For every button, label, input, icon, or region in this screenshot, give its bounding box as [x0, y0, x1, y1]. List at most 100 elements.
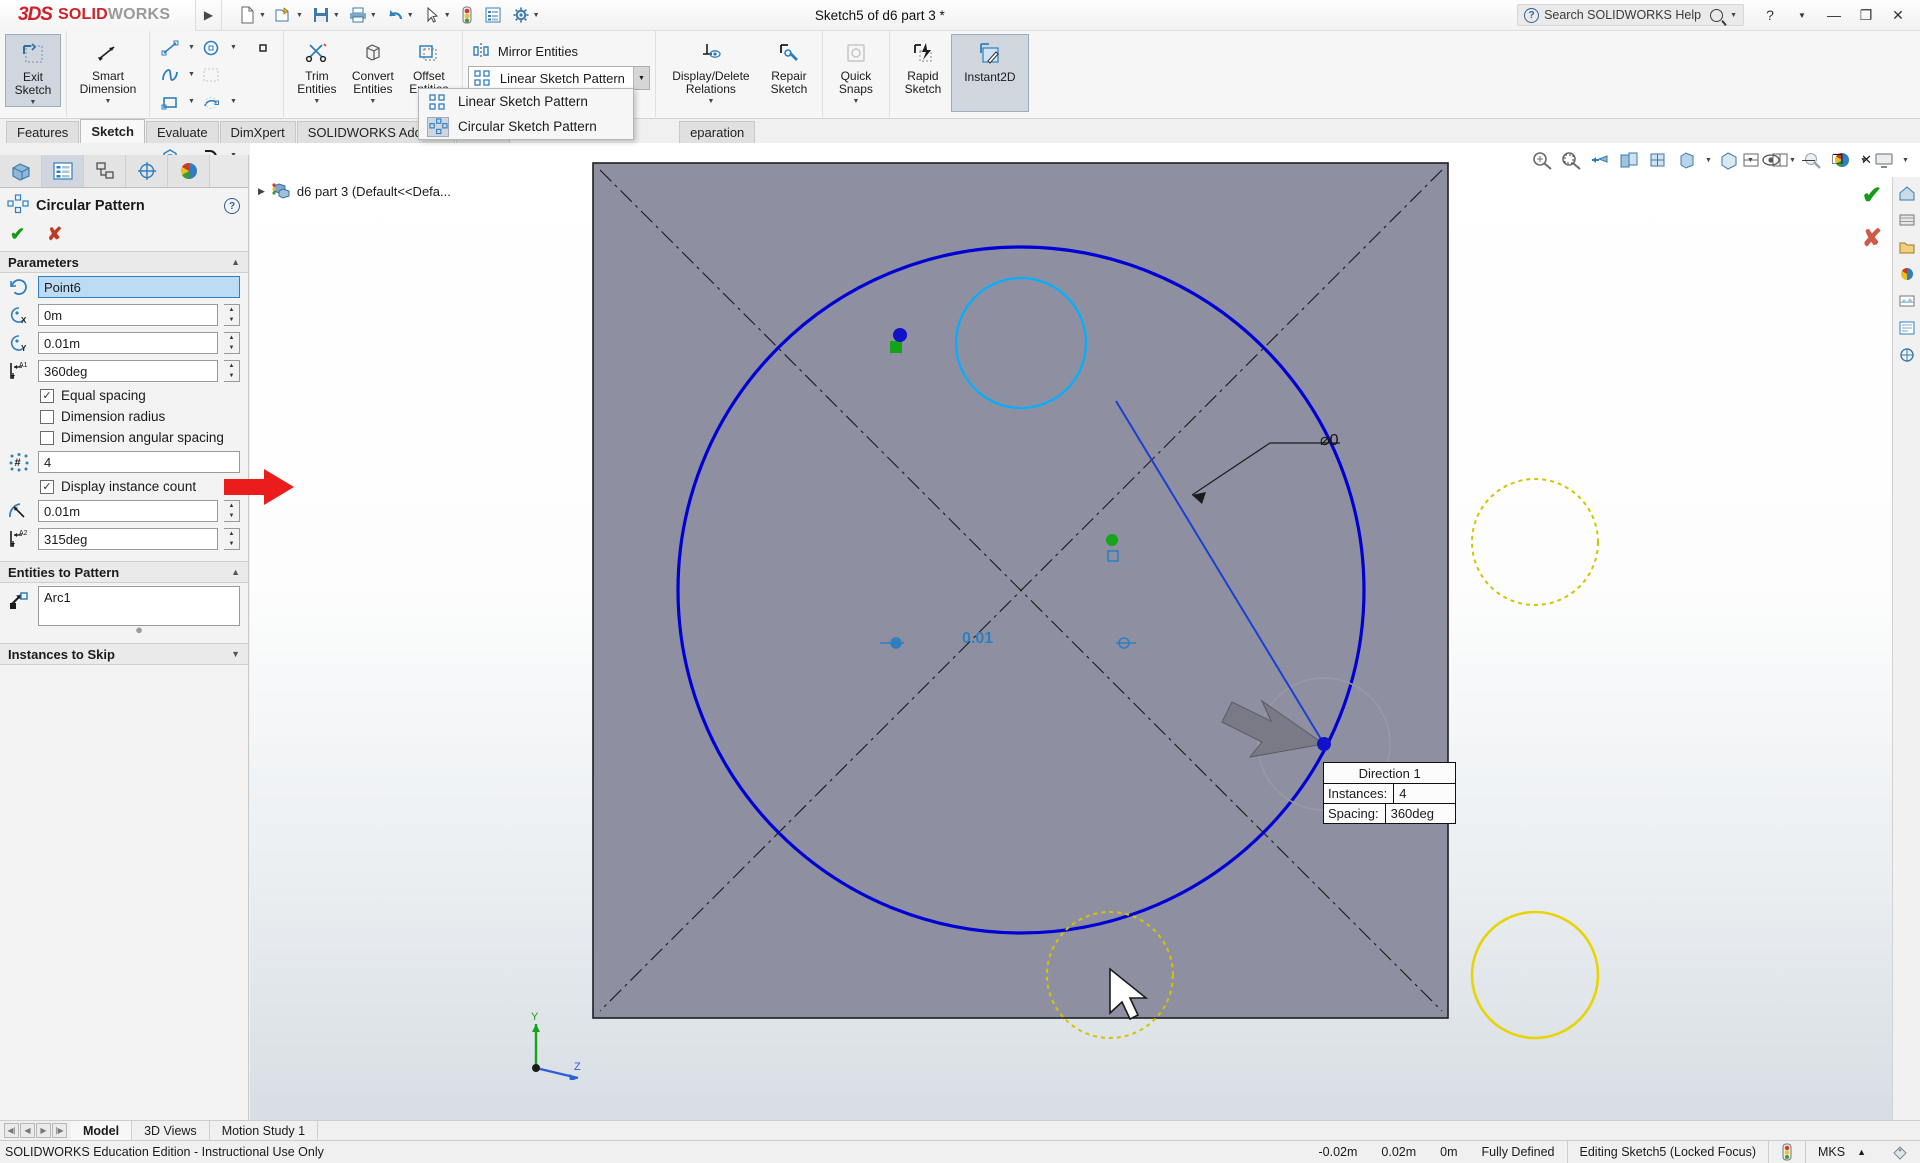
help-search-box[interactable]: ? Search SOLIDWORKS Help ▼ [1517, 4, 1744, 26]
radius-dimension-label[interactable]: 0.01 [962, 630, 993, 648]
instant2d-button[interactable]: Instant2D [950, 34, 1029, 112]
save-document-button[interactable]: ▼ [308, 2, 343, 28]
settings-gear-button[interactable]: ▼ [508, 2, 543, 28]
accept-button[interactable]: ✔ [10, 224, 25, 245]
chevron-down-icon[interactable]: ▼ [313, 98, 320, 105]
units-caret-icon[interactable]: ▲ [1857, 1141, 1880, 1163]
search-icon[interactable] [1710, 8, 1724, 22]
last-tab-button[interactable]: |▶ [52, 1123, 67, 1138]
sketch-picture-button[interactable] [197, 61, 226, 88]
chevron-down-icon[interactable]: ▼ [296, 12, 303, 19]
restore-button[interactable]: ❐ [1850, 1, 1882, 29]
circle-tool-button[interactable] [197, 34, 226, 61]
first-tab-button[interactable]: ◀| [4, 1123, 19, 1138]
center-point-field[interactable]: Point6 [38, 276, 240, 298]
bottom-tab-3d-views[interactable]: 3D Views [132, 1120, 210, 1141]
select-tool-button[interactable]: ▼ [419, 2, 454, 28]
arc-dropdown[interactable]: ▼ [226, 88, 239, 115]
linear-sketch-pattern-split-button[interactable]: Linear Sketch Pattern ▼ [467, 66, 650, 90]
instance-count-field[interactable]: 4 [38, 451, 240, 473]
quick-snaps-button[interactable]: Quick Snaps ▼ [828, 34, 884, 105]
chevron-down-icon[interactable]: ▼ [188, 71, 195, 78]
display-instance-count-checkbox[interactable]: ✓ [40, 479, 54, 494]
menu-item-circular-sketch-pattern[interactable]: Circular Sketch Pattern [419, 114, 633, 139]
spline-dropdown[interactable]: ▼ [184, 61, 197, 88]
feature-manager-tree-tab[interactable] [0, 155, 42, 187]
line-dropdown[interactable]: ▼ [184, 34, 197, 61]
entities-to-pattern-field[interactable]: Arc1 [38, 586, 240, 626]
property-manager-tab[interactable] [42, 155, 84, 187]
exit-sketch-button[interactable]: Exit Sketch ▼ [5, 34, 61, 107]
chevron-down-icon[interactable]: ▼ [370, 12, 377, 19]
chevron-down-icon[interactable]: ▼ [369, 98, 376, 105]
section-header-instances-to-skip[interactable]: Instances to Skip ▼ [0, 643, 248, 665]
menu-item-linear-sketch-pattern[interactable]: Linear Sketch Pattern [419, 89, 633, 114]
chevron-up-icon[interactable]: ▲ [231, 257, 240, 267]
rebuild-button[interactable] [456, 2, 478, 28]
tag-icon[interactable] [1880, 1141, 1920, 1163]
radius-field[interactable]: 0.01m [38, 500, 218, 522]
chevron-down-icon[interactable]: ▼ [707, 98, 714, 105]
minimize-button[interactable]: — [1818, 1, 1850, 29]
options-list-button[interactable] [480, 2, 506, 28]
convert-entities-button[interactable]: Convert Entities ▼ [345, 34, 401, 105]
configuration-manager-tab[interactable] [84, 155, 126, 187]
chevron-down-icon[interactable]: ▼ [259, 12, 266, 19]
dimension-angular-spacing-checkbox[interactable] [40, 430, 54, 445]
circle-dropdown[interactable]: ▼ [226, 34, 239, 61]
undo-button[interactable]: ▼ [382, 2, 417, 28]
center-x-stepper[interactable]: ▲ ▼ [224, 304, 240, 326]
cancel-button[interactable]: ✘ [47, 224, 62, 245]
help-menu-button[interactable]: ? [1754, 1, 1786, 29]
chevron-down-icon[interactable]: ▼ [230, 98, 237, 105]
bottom-tab-model[interactable]: Model [71, 1120, 133, 1141]
print-document-button[interactable]: ▼ [345, 2, 380, 28]
help-circle-icon[interactable]: ? [224, 198, 240, 214]
rapid-sketch-button[interactable]: Rapid Sketch [895, 34, 951, 96]
arc-tool-button[interactable] [197, 88, 226, 115]
equal-spacing-checkbox[interactable]: ✓ [40, 388, 54, 403]
chevron-down-icon[interactable]: ▼ [188, 98, 195, 105]
line-tool-button[interactable] [155, 34, 184, 61]
chevron-down-icon[interactable]: ▼ [407, 12, 414, 19]
chevron-down-icon[interactable]: ▼ [1730, 12, 1737, 19]
center-y-field[interactable]: 0.01m [38, 332, 218, 354]
dimxpert-manager-tab[interactable] [126, 155, 168, 187]
next-tab-button[interactable]: ▶ [36, 1123, 51, 1138]
equal-spacing-row[interactable]: ✓ Equal spacing [0, 385, 248, 406]
resize-grip[interactable]: ● [38, 623, 240, 636]
total-angle-field[interactable]: 360deg [38, 360, 218, 382]
display-delete-relations-button[interactable]: Display/Delete Relations ▼ [661, 34, 761, 105]
dimension-radius-checkbox[interactable] [40, 409, 54, 424]
tab-evaluate[interactable]: Evaluate [145, 121, 219, 143]
prev-tab-button[interactable]: ◀ [20, 1123, 35, 1138]
arc-angle-stepper[interactable]: ▲ ▼ [224, 528, 240, 550]
tab-features[interactable]: Features [6, 121, 80, 143]
callout-spacing-value[interactable]: 360deg [1384, 804, 1447, 823]
dimension-radius-row[interactable]: Dimension radius [0, 406, 248, 427]
spline-tool-button[interactable] [155, 61, 184, 88]
rebuild-status-icon[interactable] [1767, 1140, 1805, 1163]
center-x-field[interactable]: 0m [38, 304, 218, 326]
center-y-stepper[interactable]: ▲ ▼ [224, 332, 240, 354]
direction-1-callout[interactable]: Direction 1 Instances: 4 Spacing: 360deg [1323, 762, 1457, 824]
tab-dimxpert[interactable]: DimXpert [219, 121, 296, 143]
trim-entities-button[interactable]: Trim Entities ▼ [289, 34, 345, 105]
bottom-tab-motion-study[interactable]: Motion Study 1 [210, 1120, 319, 1141]
chevron-down-icon[interactable]: ▼ [231, 649, 240, 659]
chevron-up-icon[interactable]: ▲ [231, 567, 240, 577]
chevron-down-icon[interactable]: ▼ [444, 12, 451, 19]
close-button[interactable]: ✕ [1882, 1, 1914, 29]
tab-sketch[interactable]: Sketch [80, 119, 145, 143]
chevron-down-icon[interactable]: ▼ [30, 99, 37, 106]
arc-angle-field[interactable]: 315deg [38, 528, 218, 550]
rectangle-tool-button[interactable] [155, 88, 184, 115]
point-tool-button[interactable] [249, 34, 278, 61]
status-units[interactable]: MKS [1804, 1140, 1857, 1163]
mirror-entities-button[interactable]: Mirror Entities [468, 39, 650, 63]
dimension-angular-spacing-row[interactable]: Dimension angular spacing [0, 427, 248, 448]
chevron-down-icon[interactable]: ▼ [533, 12, 540, 19]
chevron-down-icon[interactable]: ▼ [852, 98, 859, 105]
new-document-button[interactable]: ▼ [234, 2, 269, 28]
smart-dimension-button[interactable]: Smart Dimension ▼ [72, 34, 144, 105]
